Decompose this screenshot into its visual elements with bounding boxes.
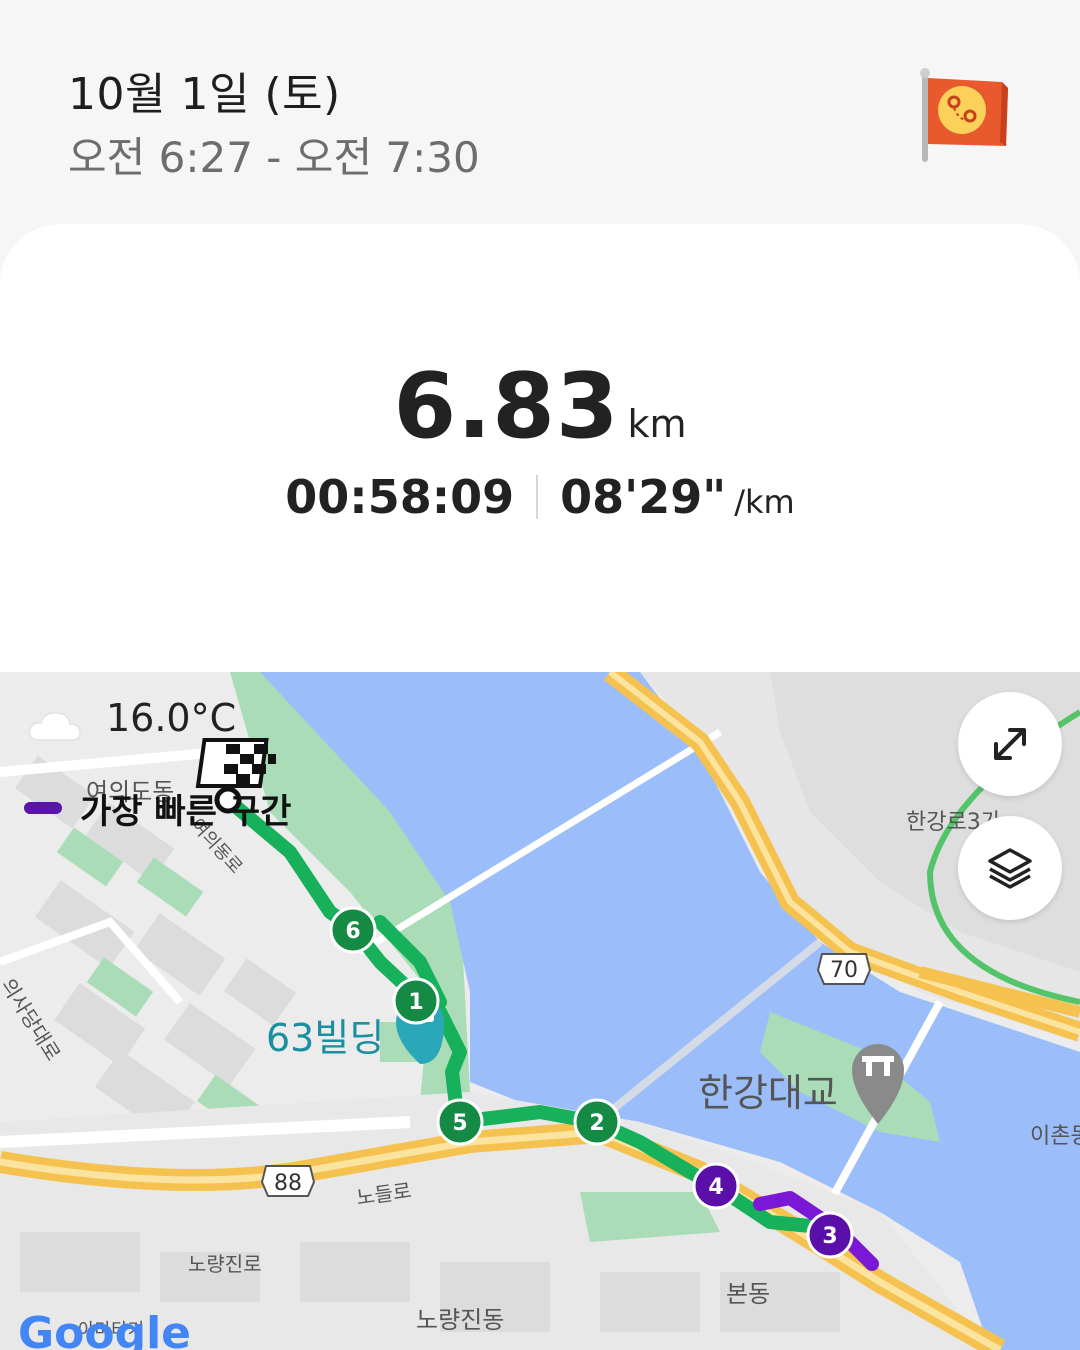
pace-value: 08'29": [560, 470, 727, 524]
legend-swatch: [24, 802, 62, 814]
km-marker-4[interactable]: 4: [692, 1162, 740, 1210]
svg-text:1: 1: [408, 990, 423, 1015]
label-bon-dong: 본동: [726, 1280, 771, 1308]
expand-icon: [994, 728, 1026, 760]
route-map[interactable]: 6 1 5 2 4 3 70 88 여의도동 여의동로 의사당대로 63빌딩 한…: [0, 672, 1080, 1350]
label-hangang-bridge: 한강대교: [698, 1071, 838, 1115]
svg-text:6: 6: [345, 919, 360, 944]
svg-text:4: 4: [708, 1175, 723, 1200]
map-flag-icon[interactable]: [918, 66, 1014, 166]
route-70-shield: 70: [816, 953, 872, 985]
km-marker-2[interactable]: 2: [573, 1098, 621, 1146]
summary-card: 6.83 km 00:58:09 08'29"/km: [0, 224, 1080, 684]
svg-text:88: 88: [274, 1171, 302, 1196]
svg-text:70: 70: [830, 958, 858, 983]
svg-text:5: 5: [452, 1111, 467, 1136]
label-ichon: 이촌동: [1030, 1124, 1080, 1149]
km-marker-6[interactable]: 6: [329, 906, 377, 954]
km-marker-3[interactable]: 3: [806, 1211, 854, 1259]
km-marker-5[interactable]: 5: [436, 1098, 484, 1146]
distance-value: 6.83: [393, 354, 620, 459]
activity-header: 10월 1일 (토) 오전 6:27 - 오전 7:30: [0, 0, 1080, 230]
activity-date: 10월 1일 (토): [68, 69, 341, 120]
stats-row: 00:58:09 08'29"/km: [0, 470, 1080, 524]
cloud-icon: [28, 712, 81, 741]
label-noryangjin-ro: 노량진로: [188, 1252, 262, 1276]
stats-divider: [536, 475, 539, 519]
legend-label: 가장 빠른 구간: [80, 792, 292, 832]
route-88-shield: 88: [260, 1165, 316, 1197]
pace-unit: /km: [734, 483, 795, 521]
distance-row: 6.83 km: [0, 354, 1080, 459]
km-marker-1[interactable]: 1: [392, 977, 440, 1025]
expand-map-button[interactable]: [958, 692, 1062, 796]
duration-value: 00:58:09: [285, 470, 515, 524]
svg-text:2: 2: [589, 1111, 604, 1136]
temperature: 16.0°C: [106, 696, 237, 740]
label-noryangjin-dong: 노량진동: [416, 1306, 505, 1334]
distance-unit: km: [627, 402, 687, 446]
label-building-63: 63빌딩: [266, 1016, 385, 1060]
layers-icon: [988, 848, 1032, 889]
svg-text:3: 3: [822, 1224, 837, 1249]
google-logo: Google: [18, 1308, 191, 1350]
activity-time-range: 오전 6:27 - 오전 7:30: [68, 133, 480, 182]
map-layers-button[interactable]: [958, 816, 1062, 920]
